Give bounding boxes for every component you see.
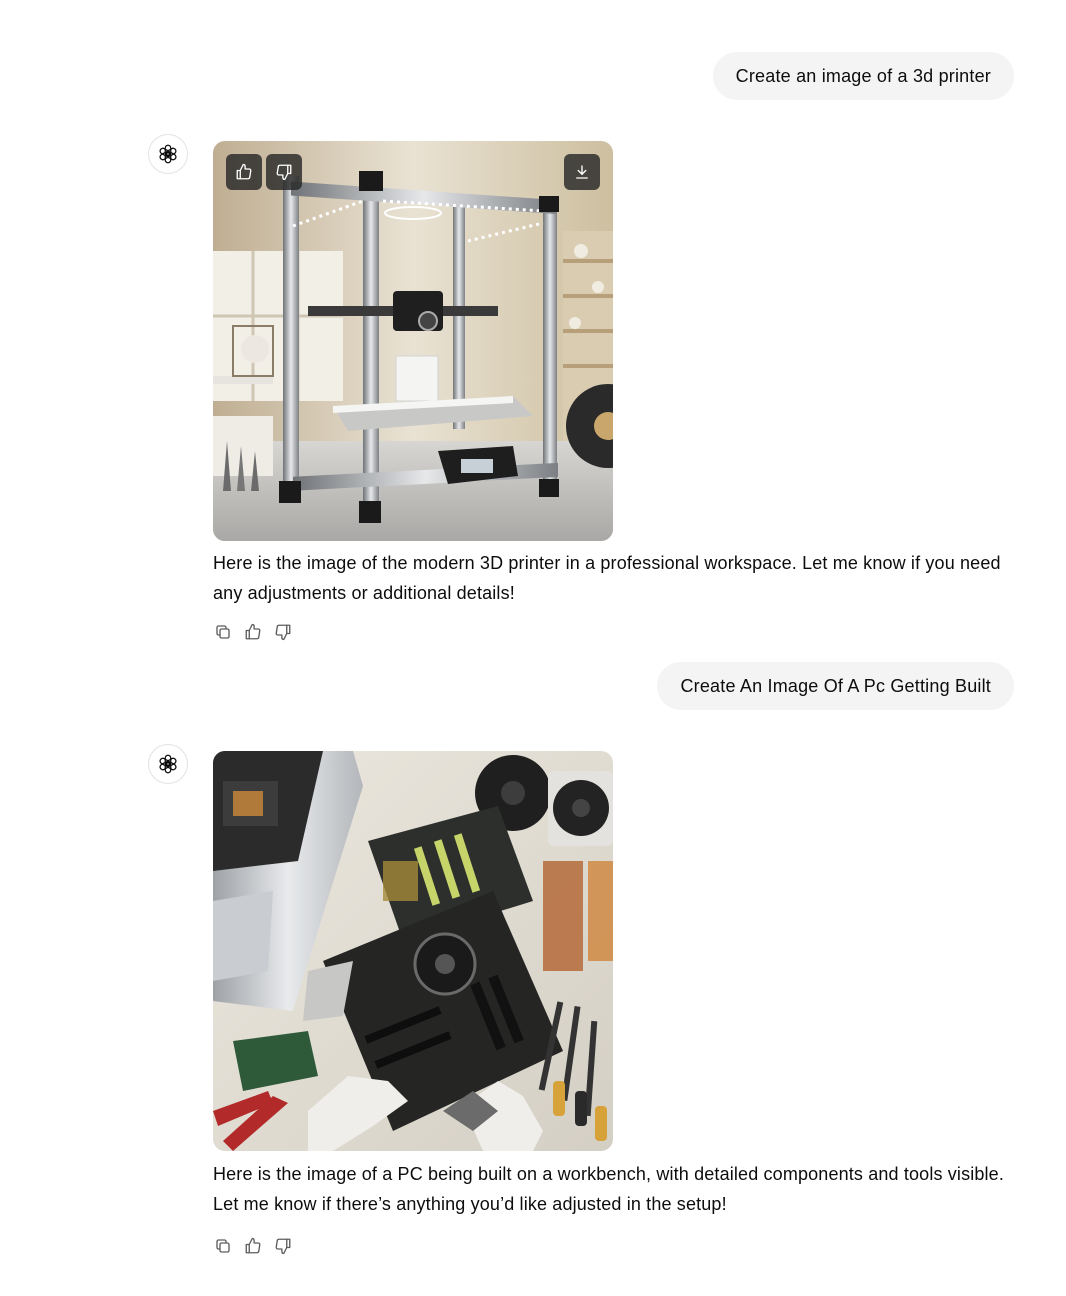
download-icon <box>576 165 588 179</box>
thumbs-up-icon <box>245 1237 261 1254</box>
image-thumbs-down-button[interactable] <box>266 154 302 190</box>
message-actions <box>213 1236 293 1256</box>
assistant-avatar <box>148 134 188 174</box>
chat-thread: Create an image of a 3d printer Here is … <box>0 0 1066 1296</box>
image-thumbs-up-button[interactable] <box>226 154 262 190</box>
user-message: Create An Image Of A Pc Getting Built <box>657 662 1014 710</box>
pc-build-scene <box>213 751 613 1151</box>
good-response-button[interactable] <box>243 622 263 642</box>
message-actions <box>213 622 293 642</box>
bad-response-button[interactable] <box>273 1236 293 1256</box>
assistant-message-text: Here is the image of a PC being built on… <box>213 1164 1004 1214</box>
printer-scene <box>213 141 613 541</box>
thumbs-up-icon <box>236 163 252 180</box>
good-response-button[interactable] <box>243 1236 263 1256</box>
copy-button[interactable] <box>213 1236 233 1256</box>
assistant-avatar <box>148 744 188 784</box>
assistant-message-text: Here is the image of the modern 3D print… <box>213 553 1001 603</box>
image-download-button[interactable] <box>564 154 600 190</box>
bad-response-button[interactable] <box>273 622 293 642</box>
generated-image-3d-printer[interactable] <box>213 141 613 541</box>
generated-image-pc-build[interactable] <box>213 751 613 1151</box>
thumbs-down-icon <box>276 164 292 181</box>
copy-button[interactable] <box>213 622 233 642</box>
thumbs-down-icon <box>275 1238 291 1255</box>
openai-logo-icon <box>159 144 177 164</box>
openai-logo-icon <box>159 754 177 774</box>
thumbs-down-icon <box>275 624 291 641</box>
copy-icon <box>216 1239 230 1253</box>
copy-icon <box>216 625 230 639</box>
user-message: Create an image of a 3d printer <box>712 52 1014 100</box>
thumbs-up-icon <box>245 623 261 640</box>
